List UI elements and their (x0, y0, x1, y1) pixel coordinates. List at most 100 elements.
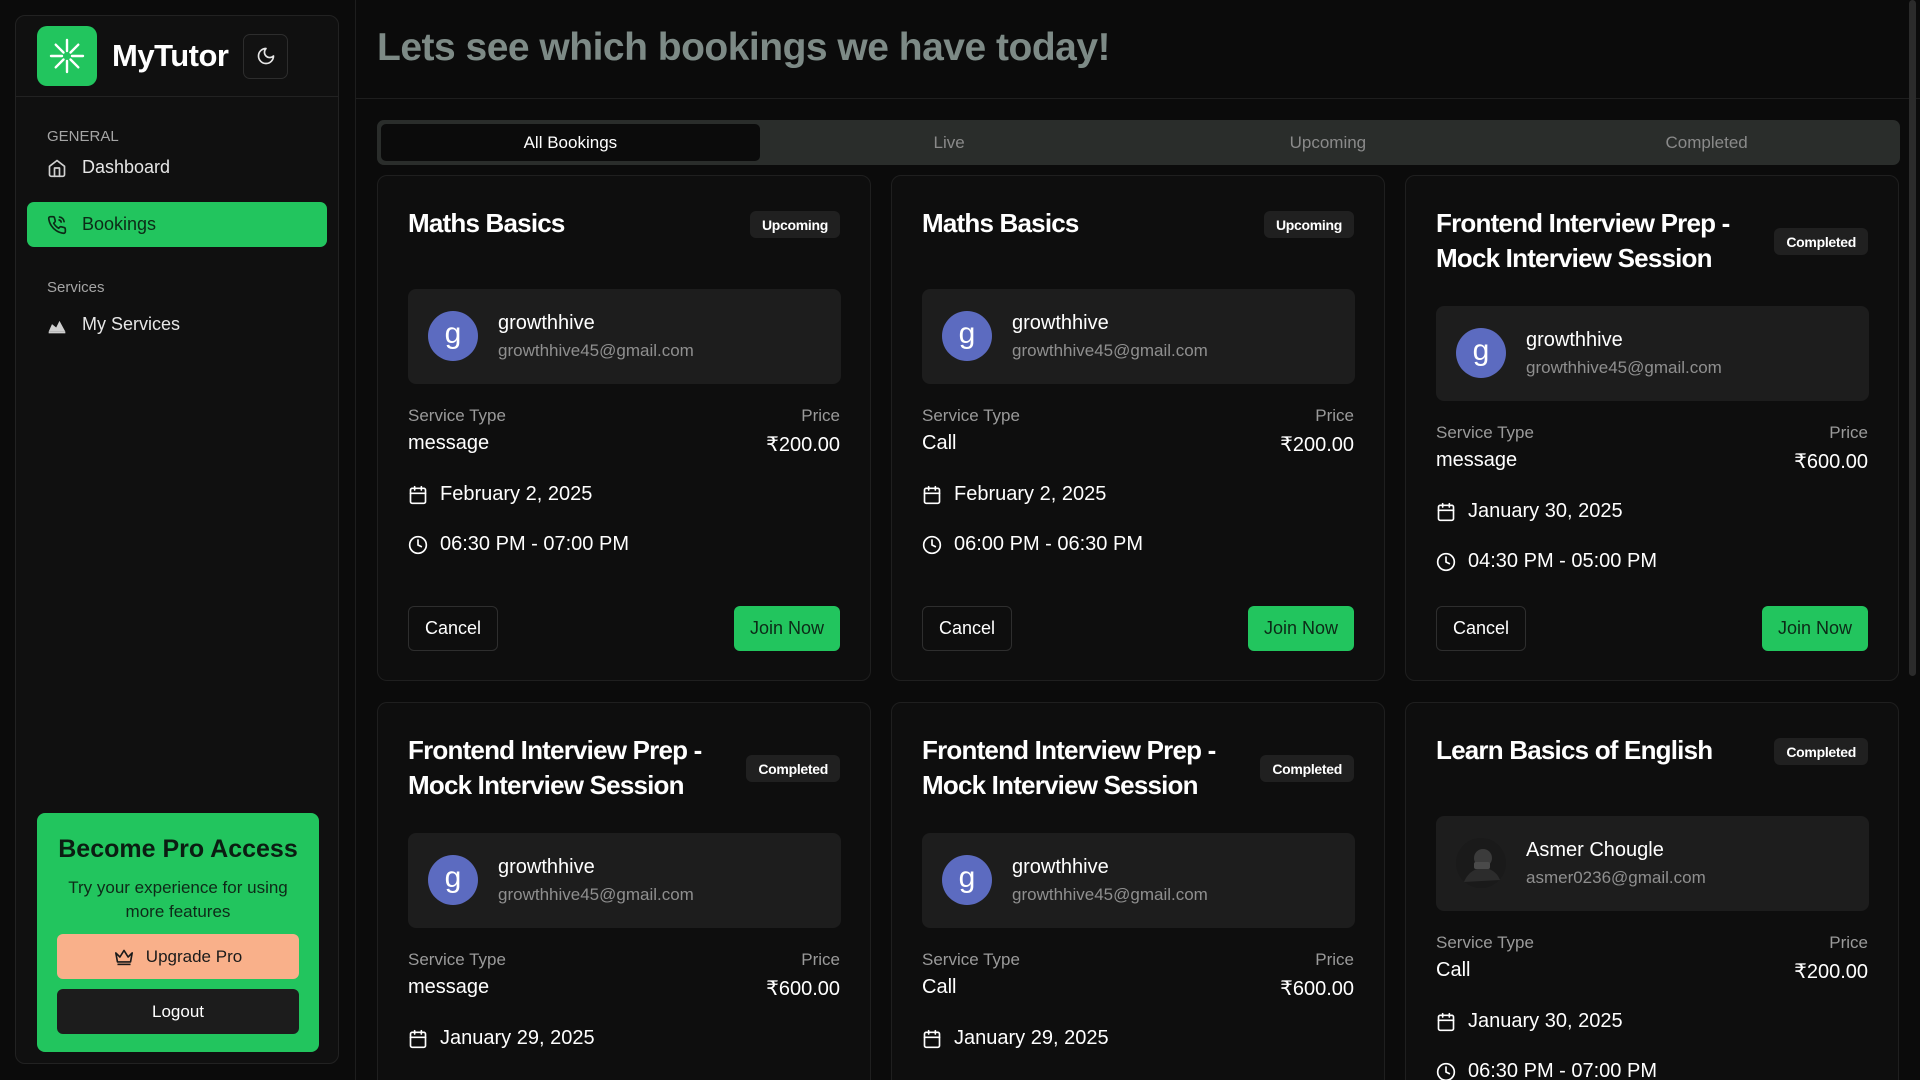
avatar (1456, 838, 1506, 888)
booking-card: Frontend Interview Prep - Mock Interview… (891, 702, 1385, 1080)
price-label: Price (801, 406, 840, 425)
avatar: g (428, 855, 478, 905)
app-name: MyTutor (112, 38, 229, 73)
app-root: MyTutor GENERAL Dashboard Bookings Servi… (0, 0, 1920, 1080)
user-email: growthhive45@gmail.com (1012, 885, 1208, 904)
service-type-label: Service Type (1436, 933, 1534, 952)
user-email: growthhive45@gmail.com (498, 885, 694, 904)
join-now-button[interactable]: Join Now (1762, 606, 1868, 651)
tab-all-bookings[interactable]: All Bookings (381, 124, 760, 161)
booking-date: January 29, 2025 (440, 1027, 595, 1049)
booking-date: January 30, 2025 (1468, 500, 1623, 522)
service-type-value: Call (922, 432, 957, 454)
user-photo-icon (1456, 838, 1506, 888)
sidebar-item-dashboard[interactable]: Dashboard (27, 145, 327, 190)
booking-title: Frontend Interview Prep - Mock Interview… (922, 735, 1216, 800)
tab-completed[interactable]: Completed (1517, 124, 1896, 161)
scrollbar[interactable] (1909, 0, 1916, 676)
clock-icon (1436, 1062, 1456, 1080)
join-now-button[interactable]: Join Now (734, 606, 840, 651)
page-title: Lets see which bookings we have today! (377, 26, 1111, 69)
service-type-value: Call (1436, 959, 1471, 981)
service-type-label: Service Type (408, 406, 506, 425)
home-icon (46, 157, 68, 179)
time-row: 04:30 PM - 05:00 PM (1436, 550, 1657, 573)
time-row: 06:30 PM - 07:00 PM (408, 533, 629, 556)
booking-title: Frontend Interview Prep - Mock Interview… (1436, 208, 1730, 273)
logout-button[interactable]: Logout (57, 989, 299, 1034)
user-name: Asmer Chougle (1526, 839, 1664, 861)
clock-icon (922, 535, 942, 554)
booking-tabs: All Bookings Live Upcoming Completed (377, 120, 1900, 165)
main-divider (355, 0, 356, 1080)
status-badge: Completed (1774, 738, 1868, 765)
date-row: January 30, 2025 (1436, 500, 1623, 523)
pro-subtitle: Try your experience for using more featu… (68, 878, 288, 921)
header-divider (356, 98, 1920, 99)
price-label: Price (1829, 423, 1868, 442)
sidebar-item-label: My Services (82, 314, 181, 334)
pro-title: Become Pro Access (58, 835, 298, 863)
cancel-button[interactable]: Cancel (922, 606, 1012, 651)
moon-icon (257, 47, 275, 65)
booking-title: Learn Basics of English (1436, 735, 1713, 765)
clock-icon (1436, 552, 1456, 571)
user-name: growthhive (498, 856, 595, 878)
service-type-value: message (1436, 449, 1518, 471)
sidebar-item-label: Bookings (82, 214, 157, 234)
price-value: ₹200.00 (1280, 434, 1354, 456)
price-value: ₹200.00 (1794, 961, 1868, 983)
date-row: February 2, 2025 (408, 483, 592, 506)
user-name: growthhive (498, 312, 595, 334)
date-row: January 29, 2025 (408, 1027, 595, 1050)
booking-card: Frontend Interview Prep - Mock Interview… (1405, 175, 1899, 681)
upgrade-pro-button[interactable]: Upgrade Pro (57, 934, 299, 979)
status-badge: Completed (746, 755, 840, 782)
calendar-icon (923, 1029, 941, 1048)
join-now-button[interactable]: Join Now (1248, 606, 1354, 651)
status-badge: Upcoming (749, 211, 840, 238)
avatar: g (942, 311, 992, 361)
booking-card: Frontend Interview Prep - Mock Interview… (377, 702, 871, 1080)
service-type-label: Service Type (408, 950, 506, 969)
avatar: g (1456, 328, 1506, 378)
service-type-value: message (408, 432, 490, 454)
phone-icon (46, 214, 68, 236)
time-row: 06:30 PM - 07:00 PM (1436, 1060, 1657, 1080)
brand: MyTutor (16, 16, 338, 97)
logo-icon (37, 26, 97, 86)
booking-date: January 30, 2025 (1468, 1010, 1623, 1032)
booking-time: 06:30 PM - 07:00 PM (1468, 1060, 1657, 1080)
tab-upcoming[interactable]: Upcoming (1139, 124, 1518, 161)
service-type-value: Call (922, 976, 957, 998)
cancel-button[interactable]: Cancel (408, 606, 498, 651)
user-name: growthhive (1012, 856, 1109, 878)
nav-group-general: GENERAL (47, 128, 119, 145)
date-row: February 2, 2025 (922, 483, 1106, 506)
avatar: g (942, 855, 992, 905)
sidebar-item-bookings[interactable]: Bookings (27, 202, 327, 247)
upgrade-pro-label: Upgrade Pro (145, 946, 243, 966)
user-box: g growthhive growthhive45@gmail.com (408, 833, 841, 928)
service-type-label: Service Type (922, 950, 1020, 969)
calendar-icon (409, 485, 427, 504)
price-value: ₹600.00 (1280, 978, 1354, 1000)
status-badge: Completed (1774, 228, 1868, 255)
cancel-button[interactable]: Cancel (1436, 606, 1526, 651)
clock-icon (408, 535, 428, 554)
sidebar-item-my-services[interactable]: My Services (27, 302, 327, 347)
price-label: Price (801, 950, 840, 969)
sidebar: MyTutor GENERAL Dashboard Bookings Servi… (15, 15, 339, 1064)
calendar-icon (923, 485, 941, 504)
tab-live[interactable]: Live (760, 124, 1139, 161)
user-email: growthhive45@gmail.com (1012, 341, 1208, 360)
calendar-icon (409, 1029, 427, 1048)
booking-card: Maths Basics Upcoming g growthhive growt… (377, 175, 871, 681)
sidebar-item-label: Dashboard (82, 157, 171, 177)
user-email: growthhive45@gmail.com (498, 341, 694, 360)
theme-toggle-button[interactable] (243, 33, 289, 79)
service-type-value: message (408, 976, 490, 998)
user-box: Asmer Chougle asmer0236@gmail.com (1436, 816, 1869, 911)
booking-date: January 29, 2025 (954, 1027, 1109, 1049)
price-value: ₹200.00 (766, 434, 840, 456)
